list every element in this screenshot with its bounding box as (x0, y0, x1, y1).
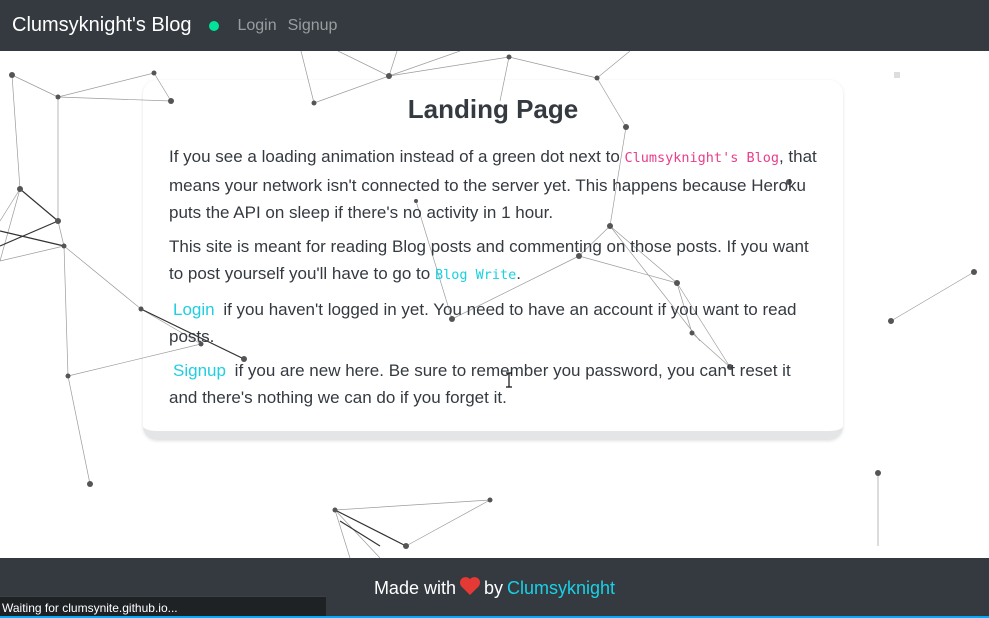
nav-signup-link[interactable]: Signup (288, 17, 338, 35)
status-text: Waiting for clumsynite.github.io... (2, 600, 178, 615)
landing-card: Landing Page If you see a loading animat… (143, 80, 843, 440)
info-paragraph-purpose: This site is meant for reading Blog post… (169, 233, 817, 289)
connection-status-dot-icon (209, 20, 220, 31)
text-cursor-icon (506, 372, 512, 388)
footer-author-link[interactable]: Clumsyknight (507, 578, 615, 599)
blog-write-link[interactable]: Blog Write (435, 267, 516, 283)
footer-made-with: Made with (373, 577, 456, 598)
p3-text: if you haven't logged in yet. You need t… (169, 300, 797, 346)
brand-link[interactable]: Clumsyknight's Blog (12, 14, 191, 37)
blog-name-code: Clumsyknight's Blog (624, 150, 779, 166)
page-title: Landing Page (407, 94, 579, 124)
info-paragraph-signup: Signup if you are new here. Be sure to r… (169, 357, 817, 411)
p4-text: if you are new here. Be sure to remember… (169, 361, 791, 407)
nav-login-link[interactable]: Login (237, 17, 276, 35)
info-paragraph-login: Login if you haven't logged in yet. You … (169, 296, 817, 350)
heart-icon (459, 576, 481, 601)
navbar: Clumsyknight's Blog Login Signup (0, 0, 989, 51)
info-paragraph-network: If you see a loading animation instead o… (169, 143, 817, 226)
footer-by: by (483, 577, 503, 598)
browser-status-bar: Waiting for clumsynite.github.io... (0, 596, 326, 618)
signup-link[interactable]: Signup (169, 361, 230, 380)
login-link[interactable]: Login (169, 300, 219, 319)
p1-text-before: If you see a loading animation instead o… (169, 147, 625, 166)
p2-text-after: . (516, 264, 521, 283)
